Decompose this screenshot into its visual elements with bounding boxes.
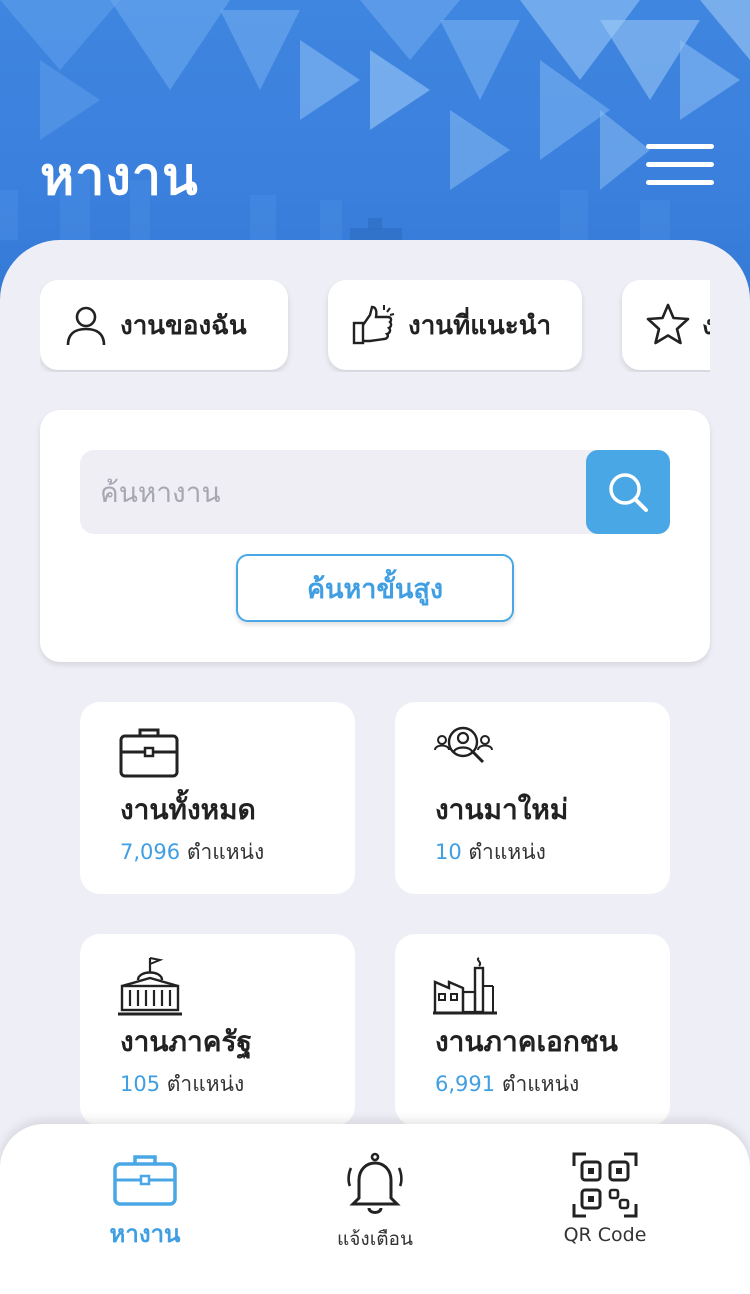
nav-label: หางาน [109, 1220, 181, 1248]
category-name: งานภาคเอกชน [435, 1025, 618, 1058]
category-card-all-jobs[interactable]: งานทั้งหมด 7,096 ตำแหน่ง [80, 702, 355, 894]
bell-icon [347, 1152, 403, 1214]
category-count: 10 ตำแหน่ง [435, 836, 546, 869]
nav-item-find-jobs[interactable]: หางาน [55, 1152, 235, 1272]
category-card-government-jobs[interactable]: งานภาครัฐ 105 ตำแหน่ง [80, 934, 355, 1126]
briefcase-icon [119, 728, 179, 778]
government-building-icon [118, 957, 182, 1016]
hamburger-line [646, 162, 714, 167]
category-count-unit: ตำแหน่ง [468, 840, 546, 864]
chip-recommended-jobs[interactable]: งานที่แนะนำ [328, 280, 582, 370]
briefcase-icon [113, 1155, 177, 1206]
category-count-unit: ตำแหน่ง [186, 840, 265, 864]
hamburger-menu-button[interactable] [642, 138, 718, 194]
star-icon [646, 303, 690, 345]
nav-label: แจ้งเตือน [337, 1228, 413, 1250]
page-title: หางาน [40, 147, 199, 207]
quick-links-row[interactable]: งานของฉัน งานที่แนะนำ ง [40, 280, 710, 372]
advanced-search-button[interactable]: ค้นหาขั้นสูง [236, 554, 514, 622]
qr-code-icon [572, 1152, 638, 1218]
people-search-icon [434, 726, 493, 764]
category-count: 105 ตำแหน่ง [120, 1068, 244, 1101]
search-card: ค้นหาขั้นสูง [40, 410, 710, 662]
category-card-private-jobs[interactable]: งานภาคเอกชน 6,991 ตำแหน่ง [395, 934, 670, 1126]
nav-item-qr-code[interactable]: QR Code [515, 1152, 695, 1272]
nav-item-notifications[interactable]: แจ้งเตือน [285, 1152, 465, 1272]
category-count-value: 7,096 [120, 840, 181, 864]
category-count-value: 6,991 [435, 1072, 496, 1096]
chip-my-jobs[interactable]: งานของฉัน [40, 280, 288, 370]
chip-label: งานที่แนะนำ [408, 310, 552, 341]
bottom-navigation: หางาน แจ้งเตือน QR Code [0, 1124, 750, 1294]
category-count-unit: ตำแหน่ง [166, 1072, 245, 1096]
user-icon [66, 306, 106, 346]
category-count-unit: ตำแหน่ง [501, 1072, 580, 1096]
category-count-value: 10 [435, 840, 462, 864]
category-count: 6,991 ตำแหน่ง [435, 1068, 579, 1101]
search-button[interactable] [586, 450, 670, 534]
category-count-value: 105 [120, 1072, 161, 1096]
nav-label: QR Code [563, 1224, 647, 1246]
hamburger-line [646, 180, 714, 185]
category-name: งานภาครัฐ [120, 1025, 252, 1058]
chip-label: งานของฉัน [120, 310, 247, 341]
category-name: งานมาใหม่ [435, 793, 569, 826]
hamburger-menu-icon [646, 144, 714, 149]
thumbs-up-icon [352, 305, 395, 345]
search-icon [609, 473, 648, 512]
chip-favorite-jobs[interactable]: ง [622, 280, 710, 370]
category-count: 7,096 ตำแหน่ง [120, 836, 264, 869]
category-name: งานทั้งหมด [120, 793, 256, 826]
chip-label: ง [702, 310, 710, 341]
factory-icon [433, 957, 497, 1015]
category-card-new-jobs[interactable]: งานมาใหม่ 10 ตำแหน่ง [395, 702, 670, 894]
search-input[interactable] [80, 450, 600, 534]
